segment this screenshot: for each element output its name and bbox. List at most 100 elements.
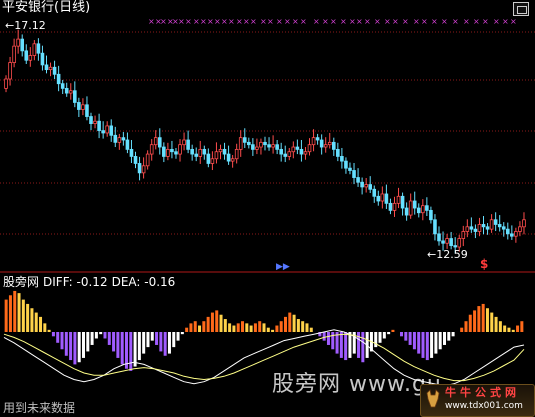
signal-x-mark: × xyxy=(260,17,267,26)
candle-body xyxy=(307,144,312,153)
candle-body xyxy=(352,170,356,178)
signal-x-mark: × xyxy=(292,17,299,26)
candle-body xyxy=(226,153,231,162)
candle-body xyxy=(16,38,20,47)
candle-body xyxy=(157,137,162,148)
signal-x-mark: × xyxy=(473,17,480,26)
candle-body xyxy=(400,195,405,209)
candle-body xyxy=(303,151,308,155)
chart-canvas[interactable]: × ×× ×× × × × × × × × × × × × × × × × × × × × × × × × × × × × × × × × × × × ×… xyxy=(0,0,535,417)
signal-x-mark: × xyxy=(228,17,235,26)
macd-indicator-name: 股旁网 xyxy=(3,275,40,289)
candle-body xyxy=(4,78,8,89)
candle-body xyxy=(251,144,255,150)
candle-body xyxy=(113,134,118,143)
candle-body xyxy=(24,50,29,61)
candle-body xyxy=(32,43,37,56)
signal-x-mark: × xyxy=(402,17,409,26)
candle-body xyxy=(182,139,186,146)
signal-x-mark: × xyxy=(178,17,185,26)
candle-body xyxy=(214,151,219,160)
signal-x-mark: × xyxy=(493,17,500,26)
candle-body xyxy=(198,148,203,157)
high-arrow-icon: ← xyxy=(5,19,15,32)
future-data-note: 用到未来数据 xyxy=(3,401,76,415)
candle-body xyxy=(344,160,348,169)
candle-body xyxy=(518,226,522,232)
candle-body xyxy=(291,146,296,153)
watermark-text: 股旁网 www.gu xyxy=(272,372,442,397)
candle-body xyxy=(166,148,170,157)
candle-body xyxy=(380,193,385,202)
price-high-label: ←17.12 xyxy=(5,20,46,32)
candle-body xyxy=(125,139,130,150)
signal-x-mark: × xyxy=(284,17,291,26)
candle-body xyxy=(485,226,490,230)
candle-body xyxy=(433,219,437,235)
candle-body xyxy=(331,141,336,150)
signal-x-mark: × xyxy=(431,17,438,26)
signal-x-mark: × xyxy=(250,17,257,26)
candle-body xyxy=(493,219,498,225)
candle-body xyxy=(194,153,199,157)
maximize-icon[interactable] xyxy=(513,2,529,16)
candle-body xyxy=(121,137,126,141)
signal-x-mark: × xyxy=(313,17,320,26)
candle-body xyxy=(137,163,142,174)
badge-url: www.tdx001.com xyxy=(445,401,523,411)
price-low-value: 12.59 xyxy=(436,248,468,261)
candle-body xyxy=(60,83,65,89)
candle-body xyxy=(368,184,373,190)
signal-x-mark: × xyxy=(452,17,459,26)
candle-body xyxy=(242,137,247,143)
candle-body xyxy=(56,73,61,85)
candle-body xyxy=(40,52,45,66)
candle-body xyxy=(36,43,41,54)
candle-body xyxy=(8,62,12,80)
candle-body xyxy=(336,148,340,157)
candle-body xyxy=(510,233,514,237)
candle-body xyxy=(416,207,421,214)
candle-body xyxy=(311,137,316,146)
chart-window: × × × × × × × × × × × × × × × × × × × × × × × × × × × × × × × × × × × × × × × ×… xyxy=(0,0,535,417)
candle-body xyxy=(323,144,328,148)
candle-body xyxy=(437,233,441,242)
candle-body xyxy=(145,153,150,167)
candle-body xyxy=(360,181,364,188)
signal-x-mark: × xyxy=(502,17,509,26)
price-high-value: 17.12 xyxy=(14,19,46,32)
candle-body xyxy=(190,148,194,155)
candle-body xyxy=(340,156,344,162)
candle-body xyxy=(283,153,288,157)
candle-body xyxy=(275,144,279,150)
candle-body xyxy=(93,120,97,124)
candle-body xyxy=(271,144,275,148)
candle-body xyxy=(129,148,134,157)
candle-body xyxy=(20,38,25,52)
candle-body xyxy=(247,141,251,146)
candle-body xyxy=(348,167,352,171)
candle-body xyxy=(133,156,138,164)
signal-x-mark: × xyxy=(185,17,192,26)
signal-x-mark: × xyxy=(421,17,428,26)
candle-body xyxy=(218,148,223,153)
candle-body xyxy=(421,205,425,214)
candle-body xyxy=(299,148,304,155)
candle-body xyxy=(267,144,271,148)
candle-body xyxy=(12,45,16,63)
candle-body xyxy=(315,137,320,141)
candle-body xyxy=(28,55,33,61)
signal-x-mark: × xyxy=(193,17,200,26)
candle-body xyxy=(89,116,93,124)
signal-x-mark: × xyxy=(207,17,214,26)
candle-body xyxy=(505,228,510,235)
candle-body xyxy=(477,224,482,232)
signal-x-mark: × xyxy=(243,17,250,26)
candle-body xyxy=(412,200,417,209)
candle-body xyxy=(85,104,89,117)
candle-body xyxy=(68,90,73,94)
candle-body xyxy=(445,238,449,244)
candle-body xyxy=(461,231,466,239)
signal-x-mark: × xyxy=(236,17,243,26)
candle-body xyxy=(453,245,457,248)
